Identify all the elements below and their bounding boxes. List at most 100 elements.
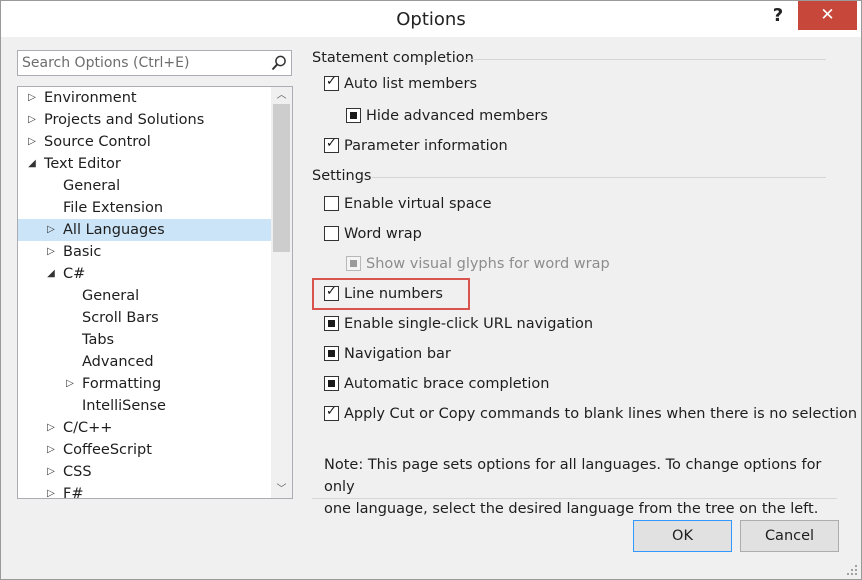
line-numbers-highlight [312,278,470,310]
tree-item-label: General [82,288,140,304]
tree-item-all-languages[interactable]: ▷ All Languages [18,219,271,241]
expand-arrow-icon[interactable]: ▷ [45,417,57,439]
options-dialog: Options ? ✕ ▷ Environment ▷ Projects and… [0,0,862,580]
tree-item-label: Source Control [44,134,151,150]
tree-scrollbar[interactable]: ︿ ﹀ [271,87,292,498]
option-label: Show visual glyphs for word wrap [366,256,610,272]
tree-item-label: CoffeeScript [63,442,152,458]
tree-item-source-control[interactable]: ▷ Source Control [18,131,271,153]
automatic-brace-checkbox[interactable] [324,376,339,391]
tree-item-fsharp[interactable]: ▷ F# [18,483,271,499]
show-visual-glyphs-checkbox [346,256,361,271]
search-icon[interactable] [270,54,288,72]
tree-item-css[interactable]: ▷ CSS [18,461,271,483]
expand-arrow-icon[interactable]: ▷ [45,461,57,483]
parameter-information-checkbox[interactable]: ✓ [324,136,339,153]
expand-arrow-icon[interactable]: ▷ [45,241,57,263]
tree-item-formatting[interactable]: ▷ Formatting [18,373,271,395]
search-box [17,50,292,76]
tree-item-label: Tabs [82,332,115,348]
option-label: Word wrap [344,226,422,242]
tree-item-label: Basic [63,244,102,260]
option-label: Enable virtual space [344,196,492,212]
expand-arrow-icon[interactable]: ▷ [26,109,38,131]
statement-completion-header: Statement completion [312,50,474,66]
tree-item-intellisense[interactable]: IntelliSense [18,395,271,417]
option-label: Apply Cut or Copy commands to blank line… [344,406,858,422]
window-title: Options [396,9,466,30]
auto-list-members-checkbox[interactable]: ✓ [324,74,339,91]
tree-item-advanced[interactable]: Advanced [18,351,271,373]
tree-item-file-extension[interactable]: File Extension [18,197,271,219]
tree-item-scroll-bars[interactable]: Scroll Bars [18,307,271,329]
tree-item-general[interactable]: General [18,175,271,197]
tree-item-label: All Languages [63,222,165,238]
checkmark-icon: ✓ [326,404,337,419]
tree-item-label: Scroll Bars [82,310,159,326]
tree-item-csharp[interactable]: ◢ C# [18,263,271,285]
checkmark-icon: ✓ [326,136,337,151]
ok-button[interactable]: OK [633,520,732,552]
option-label: Hide advanced members [366,108,548,124]
tree-item-label: CSS [63,464,92,480]
note-text: Note: This page sets options for all lan… [324,454,834,520]
resize-grip-icon[interactable] [847,565,857,575]
tree-item-basic[interactable]: ▷ Basic [18,241,271,263]
tree-item-label: Projects and Solutions [44,112,205,128]
apply-cut-copy-checkbox[interactable]: ✓ [324,404,339,421]
help-button[interactable]: ? [764,5,792,29]
note-line: Note: This page sets options for all lan… [324,457,822,495]
word-wrap-checkbox[interactable] [324,226,339,241]
title-bar: Options ? ✕ [1,1,861,37]
tree-item-coffeescript[interactable]: ▷ CoffeeScript [18,439,271,461]
checkmark-icon: ✓ [326,74,337,89]
cancel-button[interactable]: Cancel [740,520,839,552]
note-line: one language, select the desired languag… [324,501,819,517]
scroll-up-icon[interactable]: ︿ [271,87,292,104]
collapse-arrow-icon[interactable]: ◢ [45,263,57,285]
collapse-arrow-icon[interactable]: ◢ [26,153,38,175]
scroll-down-icon[interactable]: ﹀ [271,481,292,498]
tree-item-label: Formatting [82,376,162,392]
hide-advanced-members-checkbox[interactable] [346,108,361,123]
tree-item-label: IntelliSense [82,398,166,414]
single-click-url-checkbox[interactable] [324,316,339,331]
tree-item-label: C# [63,266,86,282]
expand-arrow-icon[interactable]: ▷ [45,219,57,241]
indeterminate-icon [328,380,335,387]
tree-item-label: Advanced [82,354,154,370]
option-label: Enable single-click URL navigation [344,316,594,332]
enable-virtual-space-checkbox[interactable] [324,196,339,211]
expand-arrow-icon[interactable]: ▷ [45,439,57,461]
tree-item-environment[interactable]: ▷ Environment [18,87,271,109]
tree-item-label: C/C++ [63,420,113,436]
tree-item-label: File Extension [63,200,164,216]
expand-arrow-icon[interactable]: ▷ [64,373,76,395]
option-label: Parameter information [344,138,508,154]
close-icon: ✕ [820,5,835,25]
option-label: Navigation bar [344,346,451,362]
scroll-thumb[interactable] [273,104,290,252]
expand-arrow-icon[interactable]: ▷ [45,483,57,498]
indeterminate-icon [328,320,335,327]
options-tree: ▷ Environment ▷ Projects and Solutions ▷… [17,86,293,499]
navigation-bar-checkbox[interactable] [324,346,339,361]
tree-item-label: Text Editor [44,156,121,172]
settings-header: Settings [312,168,372,184]
tree-item-projects-and-solutions[interactable]: ▷ Projects and Solutions [18,109,271,131]
search-input[interactable] [22,53,262,73]
tree-item-csharp-general[interactable]: General [18,285,271,307]
tree-item-label: F# [63,486,84,499]
indeterminate-icon [350,260,357,267]
group-divider [372,177,826,178]
option-label: Automatic brace completion [344,376,550,392]
tree-item-text-editor[interactable]: ◢ Text Editor [18,153,271,175]
tree-item-c-cpp[interactable]: ▷ C/C++ [18,417,271,439]
group-divider [464,59,826,60]
tree-item-label: General [63,178,121,194]
expand-arrow-icon[interactable]: ▷ [26,131,38,153]
tree-item-label: Environment [44,90,137,106]
expand-arrow-icon[interactable]: ▷ [26,87,38,109]
close-button[interactable]: ✕ [798,1,857,30]
tree-item-tabs[interactable]: Tabs [18,329,271,351]
